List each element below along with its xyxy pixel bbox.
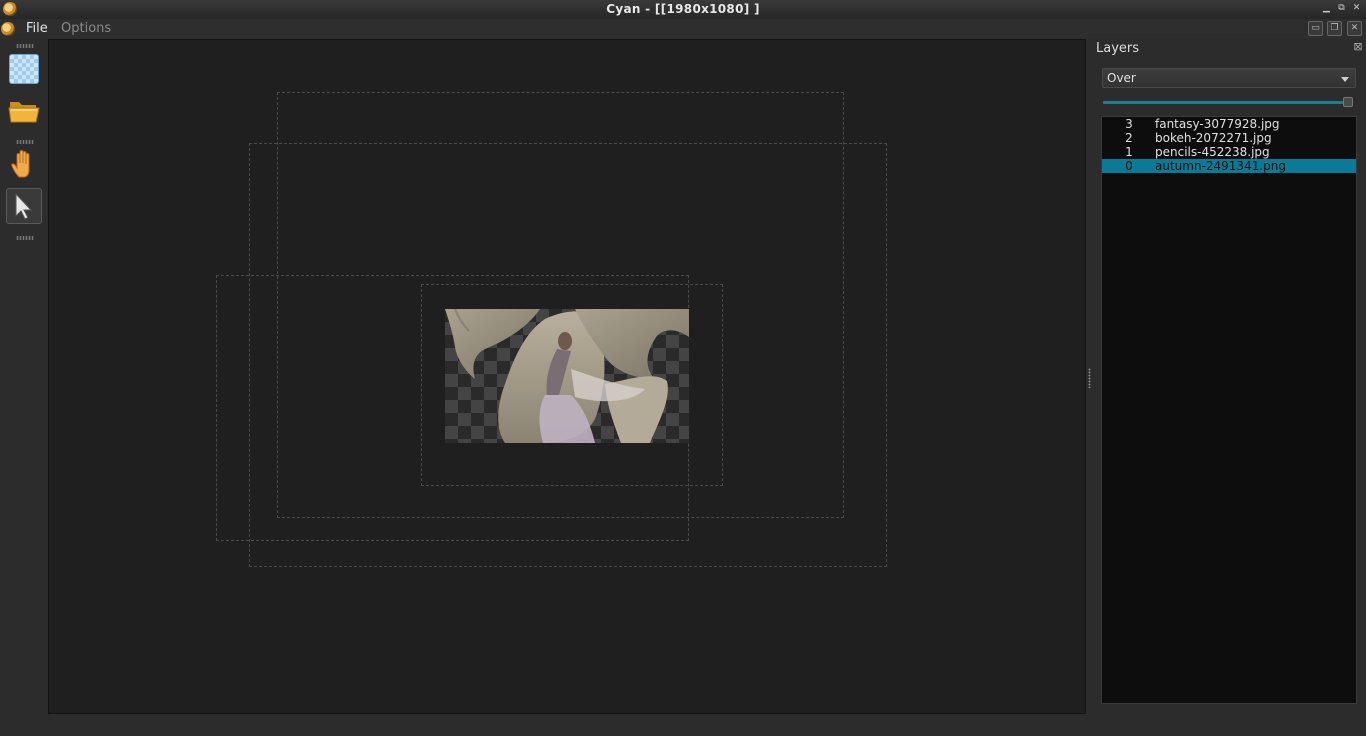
- status-bar: [0, 715, 1366, 736]
- layer-name: bokeh-2072271.jpg: [1155, 131, 1272, 145]
- mdi-close-icon[interactable]: ✕: [1347, 21, 1362, 36]
- toolbar-grip[interactable]: [16, 236, 34, 240]
- layer-index: 1: [1125, 145, 1133, 159]
- layers-list[interactable]: 3 fantasy-3077928.jpg 2 bokeh-2072271.jp…: [1101, 116, 1357, 704]
- menu-file[interactable]: File: [26, 21, 48, 36]
- pointer-arrow-icon: [15, 192, 33, 220]
- layer-name: pencils-452238.jpg: [1155, 145, 1270, 159]
- tool-bar: [0, 39, 48, 715]
- window-title: Cyan - [[1980x1080] ]: [606, 2, 760, 16]
- close-icon[interactable]: ✕: [1351, 3, 1362, 14]
- layer-row-selected[interactable]: 0 autumn-2491341.png: [1102, 159, 1356, 173]
- layer-row[interactable]: 2 bokeh-2072271.jpg: [1102, 131, 1356, 145]
- open-file-button[interactable]: [6, 92, 42, 128]
- layer-row[interactable]: 3 fantasy-3077928.jpg: [1102, 117, 1356, 131]
- layer-name: autumn-2491341.png: [1155, 159, 1286, 173]
- toolbar-grip[interactable]: [16, 44, 34, 48]
- app-window: Cyan - [[1980x1080] ] ▁ ⧉ ✕ File Options…: [0, 0, 1366, 736]
- toolbar-grip[interactable]: [16, 140, 34, 144]
- restore-icon[interactable]: ⧉: [1336, 3, 1347, 14]
- composited-image[interactable]: [445, 309, 689, 443]
- mdi-minimize-icon[interactable]: ▭: [1308, 21, 1323, 36]
- dock-close-icon[interactable]: ⊠: [1353, 41, 1363, 52]
- layer-row[interactable]: 1 pencils-452238.jpg: [1102, 145, 1356, 159]
- layer-index: 2: [1125, 131, 1133, 145]
- title-bar[interactable]: Cyan - [[1980x1080] ] ▁ ⧉ ✕: [0, 0, 1366, 20]
- pan-tool-button[interactable]: [6, 146, 42, 182]
- chevron-down-icon: [1341, 77, 1349, 82]
- hand-icon: [11, 150, 30, 178]
- mdi-restore-icon[interactable]: ❐: [1327, 21, 1342, 36]
- layer-index: 3: [1125, 117, 1133, 131]
- new-layer-button[interactable]: [9, 54, 39, 84]
- menu-bar: File Options ▭ ❐ ✕: [0, 19, 1366, 39]
- layer-name: fantasy-3077928.jpg: [1155, 117, 1280, 131]
- blend-mode-value: Over: [1107, 71, 1136, 85]
- menu-options[interactable]: Options: [61, 21, 111, 36]
- minimize-icon[interactable]: ▁: [1321, 3, 1332, 14]
- layers-dock: Layers ⊠ Over 3 fantasy-3077928.jpg 2 bo…: [1091, 39, 1366, 715]
- opacity-slider[interactable]: [1103, 101, 1343, 104]
- layers-title: Layers: [1096, 41, 1140, 56]
- canvas-viewport[interactable]: [48, 39, 1086, 714]
- opacity-slider-handle[interactable]: [1343, 97, 1353, 107]
- layer-index: 0: [1125, 159, 1133, 173]
- app-menu-icon[interactable]: [1, 22, 15, 36]
- folder-icon: [8, 102, 40, 123]
- select-tool-button[interactable]: [6, 188, 42, 224]
- autumn-leaves-image: [445, 309, 689, 443]
- blend-mode-select[interactable]: Over: [1102, 68, 1356, 88]
